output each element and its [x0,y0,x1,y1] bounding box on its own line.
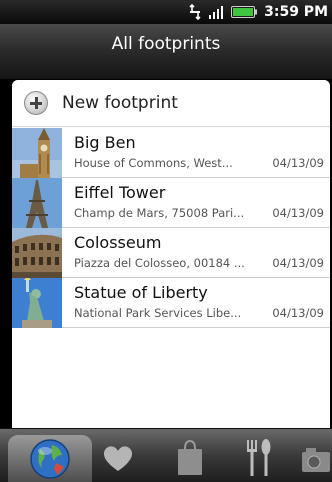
category-tab-bar [0,428,332,482]
status-bar: 3:59 PM [0,0,332,24]
footprint-address: National Park Services Libe... [74,306,242,320]
footprint-address: Champ de Mars, 75008 Pari... [74,206,245,220]
status-icons: 3:59 PM [189,3,328,21]
tab-restaurants[interactable] [236,433,280,482]
footprint-name: Big Ben [74,133,136,152]
heart-icon [103,446,133,471]
footprint-address: House of Commons, West... [74,156,233,170]
tab-shopping[interactable] [168,433,212,482]
footprint-name: Eiffel Tower [74,183,166,202]
statue-of-liberty-thumbnail [12,278,62,328]
footprints-panel: New footprint Big Ben House of Commons, … [12,80,330,428]
tab-attractions[interactable] [298,433,332,482]
list-item[interactable]: Colosseum Piazza del Colosseo, 00184 ...… [12,228,330,278]
tab-all[interactable] [8,435,92,482]
status-time: 3:59 PM [264,4,328,20]
battery-icon [231,6,258,18]
title-bar: All footprints [0,24,332,80]
tab-favorites[interactable] [96,433,140,482]
new-footprint-label: New footprint [62,93,178,113]
footprint-date: 04/13/09 [272,256,324,270]
eiffel-tower-thumbnail [12,178,62,228]
fork-knife-icon [247,439,271,476]
footprint-address: Piazza del Colosseo, 00184 ... [74,256,245,270]
list-item[interactable]: Statue of Liberty National Park Services… [12,278,330,328]
list-item[interactable]: Big Ben House of Commons, West... 04/13/… [12,128,330,178]
footprint-name: Colosseum [74,233,162,252]
plus-icon [24,91,48,115]
footprint-date: 04/13/09 [272,206,324,220]
page-title: All footprints [111,34,221,54]
shopping-bag-icon [178,439,202,475]
signal-icon [209,6,224,19]
colosseum-thumbnail [12,228,62,278]
footprint-name: Statue of Liberty [74,283,208,302]
footprint-list: Big Ben House of Commons, West... 04/13/… [12,128,330,328]
camera-icon [302,448,330,472]
list-item[interactable]: Eiffel Tower Champ de Mars, 75008 Pari..… [12,178,330,228]
sync-icon [189,4,201,20]
globe-icon [30,439,70,479]
footprint-date: 04/13/09 [272,156,324,170]
footprint-date: 04/13/09 [272,306,324,320]
new-footprint-button[interactable]: New footprint [12,80,330,127]
big-ben-thumbnail [12,128,62,178]
